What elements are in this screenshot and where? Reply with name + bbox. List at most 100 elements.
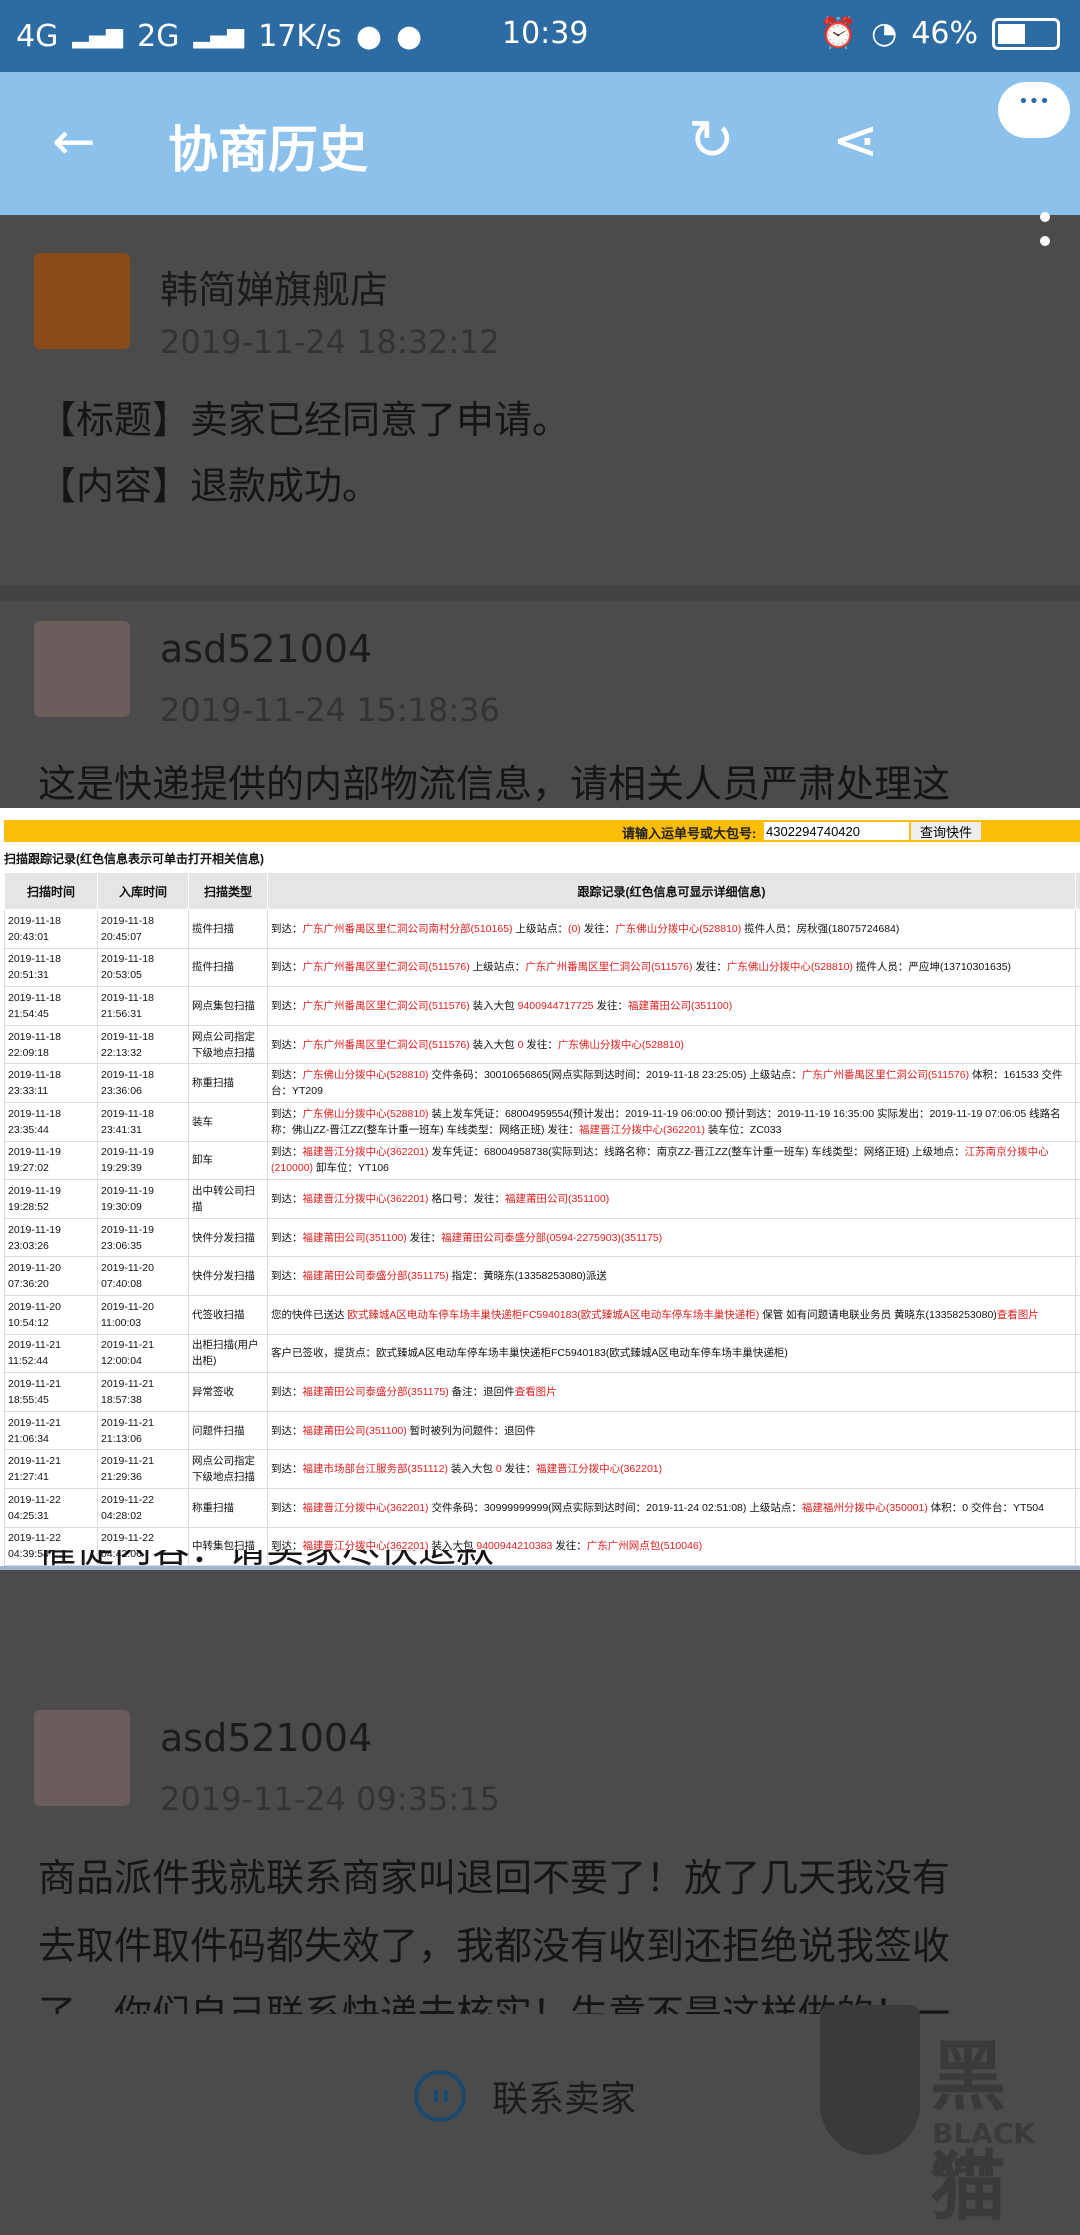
record-text: 上级站点： xyxy=(470,961,525,973)
scan-type: 快件分发扫描 xyxy=(189,1218,268,1257)
record-link[interactable]: 广东广州番禺区里仁洞公司南村分部(510165) xyxy=(303,923,513,935)
record-text: 揽件人员：房秋强(18075724684) xyxy=(741,923,899,935)
record-link[interactable]: 福建福州分拨中心(350001) xyxy=(802,1502,928,1514)
scan-type: 异常签收 xyxy=(189,1373,268,1412)
table-row: 2019-11-19 19:27:022019-11-19 19:29:39卸车… xyxy=(5,1141,1080,1180)
tracking-record: 到达：广东广州番禺区里仁洞公司(511576) 上级站点：广东广州番禺区里仁洞公… xyxy=(268,948,1076,987)
extra-cell xyxy=(1076,1527,1080,1566)
query-button[interactable]: 查询快件 xyxy=(911,822,981,840)
record-link[interactable]: 广东佛山分拨中心(528810) xyxy=(303,1108,429,1120)
record-text: 上级站点： xyxy=(513,923,568,935)
signal-icon: ▂▄▆ xyxy=(193,24,244,49)
record-link[interactable]: 广东佛山分拨中心(528810) xyxy=(727,961,853,973)
tracking-record: 到达：广东广州番禺区里仁洞公司南村分部(510165) 上级站点：(0) 发往：… xyxy=(268,910,1076,949)
table-row: 2019-11-22 04:25:312019-11-22 04:28:02称重… xyxy=(5,1488,1080,1527)
extra-cell xyxy=(1076,1257,1080,1296)
scan-time: 2019-11-20 07:36:20 xyxy=(5,1257,98,1296)
tracking-number-input[interactable] xyxy=(764,822,909,840)
record-link[interactable]: 福建晋江分拨中心(362201) xyxy=(303,1146,429,1158)
record-link[interactable]: 福建莆田公司泰盛分部(351175) xyxy=(303,1386,449,1398)
extra-cell xyxy=(1076,1334,1080,1373)
record-link[interactable]: 广东佛山分拨中心(528810) xyxy=(303,1069,429,1081)
record-link[interactable]: 查看图片 xyxy=(997,1309,1039,1321)
stock-time: 2019-11-21 12:00:04 xyxy=(98,1334,189,1373)
record-link[interactable]: 广东广州番禺区里仁洞公司(511576) xyxy=(303,961,470,973)
tracking-record: 到达：福建晋江分拨中心(362201) 格口号：发往：福建莆田公司(351100… xyxy=(268,1180,1076,1219)
signal-icon: ▂▄▆ xyxy=(72,24,123,49)
page-title: 协商历史 xyxy=(168,110,368,182)
timestamp: 2019-11-24 09:35:15 xyxy=(160,1780,500,1818)
back-arrow-icon[interactable]: ← xyxy=(52,112,96,172)
record-link[interactable]: 广东广州番禺区里仁洞公司(511576) xyxy=(303,1039,470,1051)
record-link[interactable]: (0) xyxy=(568,923,581,935)
tracking-record: 到达：福建晋江分拨中心(362201) 交件条码：30999999999(网点实… xyxy=(268,1488,1076,1527)
extra-cell xyxy=(1076,987,1080,1026)
overflow-menu-icon[interactable] xyxy=(1040,212,1050,260)
record-link[interactable]: 广东广州番禺区里仁洞公司(511576) xyxy=(802,1069,969,1081)
record-text: 发往： xyxy=(407,1232,441,1244)
record-link[interactable]: 福建莆田公司(351100) xyxy=(628,1000,732,1012)
scan-time: 2019-11-21 18:55:45 xyxy=(5,1373,98,1412)
record-text: 到达： xyxy=(271,1386,303,1398)
record-link[interactable]: 广东广州番禺区里仁洞公司(511576) xyxy=(303,1000,470,1012)
record-link[interactable]: 福建莆田公司泰盛分部(0594-2275903)(351175) xyxy=(441,1232,662,1244)
scan-type: 称重扫描 xyxy=(189,1488,268,1527)
record-text: 您的快件已送达 xyxy=(271,1309,347,1321)
stock-time: 2019-11-18 23:41:31 xyxy=(98,1102,189,1141)
scan-type: 揽件扫描 xyxy=(189,910,268,949)
record-text: 到达： xyxy=(271,1425,303,1437)
scan-type: 装车 xyxy=(189,1102,268,1141)
scan-type: 快件分发扫描 xyxy=(189,1257,268,1296)
record-link[interactable]: 广东佛山分拨中心(528810) xyxy=(615,923,741,935)
record-link[interactable]: 福建市场部台江服务部(351112) xyxy=(303,1463,448,1475)
sender-name: 韩简婵旗舰店 xyxy=(160,259,388,314)
table-row: 2019-11-18 23:35:442019-11-18 23:41:31装车… xyxy=(5,1102,1080,1141)
record-text: 到达： xyxy=(271,1108,303,1120)
record-text: 到达： xyxy=(271,923,303,935)
tracking-record: 到达：福建莆田公司泰盛分部(351175) 备注：退回件查看图片 xyxy=(268,1373,1076,1412)
network-2g: 2G xyxy=(137,19,179,54)
scan-type: 网点集包扫描 xyxy=(189,987,268,1026)
table-row: 2019-11-21 21:06:342019-11-21 21:13:06问题… xyxy=(5,1411,1080,1450)
refresh-icon[interactable]: ↻ xyxy=(688,108,735,173)
extra-cell xyxy=(1076,1064,1080,1103)
record-link[interactable]: 广东广州番禺区里仁洞公司(511576) xyxy=(525,961,692,973)
tracking-screenshot: 请输入运单号或大包号: 查询快件 扫描跟踪记录(红色信息表示可单击打开相关信息)… xyxy=(0,808,1080,1570)
record-link[interactable]: 福建晋江分拨中心(362201) xyxy=(536,1463,662,1475)
contact-label: 联系卖家 xyxy=(492,2070,636,2122)
record-link[interactable]: 福建晋江分拨中心(362201) xyxy=(303,1193,429,1205)
record-text: 装车位：ZC033 xyxy=(705,1124,781,1136)
message-line: 去取件取件码都失效了，我都没有收到还拒绝说我签收 xyxy=(38,1912,1048,1980)
stock-time: 2019-11-18 23:36:06 xyxy=(98,1064,189,1103)
extra-cell xyxy=(1076,1180,1080,1219)
message-line: 商品派件我就联系商家叫退回不要了！放了几天我没有 xyxy=(38,1844,1048,1912)
record-link[interactable]: 福建莆田公司泰盛分部(351175) xyxy=(303,1270,449,1282)
share-icon[interactable]: ⋖ xyxy=(832,108,879,173)
battery-icon xyxy=(992,18,1060,50)
record-link[interactable]: 福建莆田公司(351100) xyxy=(303,1232,407,1244)
record-text: 指定：黄晓东(13358253080)派送 xyxy=(449,1270,607,1282)
table-row: 2019-11-18 21:54:452019-11-18 21:56:31网点… xyxy=(5,987,1080,1026)
scan-time: 2019-11-19 23:03:26 xyxy=(5,1218,98,1257)
record-link[interactable]: 欧式臻城A区电动车停车场丰巢快递柜FC5940183(欧式臻城A区电动车停车场丰… xyxy=(347,1309,759,1321)
table-row: 2019-11-18 23:33:112019-11-18 23:36:06称重… xyxy=(5,1064,1080,1103)
col-header: 扫描时间 xyxy=(5,873,98,910)
record-link[interactable]: 福建莆田公司(351100) xyxy=(505,1193,609,1205)
contact-seller-button[interactable]: 联系卖家 xyxy=(414,2070,636,2122)
record-link[interactable]: 福建莆田公司(351100) xyxy=(303,1425,407,1437)
more-bubble[interactable]: ••• xyxy=(998,82,1070,138)
record-link[interactable]: 9400944717725 xyxy=(518,1000,594,1012)
col-header xyxy=(1076,873,1080,910)
record-text: 发往： xyxy=(502,1463,536,1475)
extra-cell xyxy=(1076,1102,1080,1141)
clock: 10:39 xyxy=(502,16,588,51)
table-row: 2019-11-19 19:28:522019-11-19 19:30:09出中… xyxy=(5,1180,1080,1219)
record-link[interactable]: 查看图片 xyxy=(515,1386,557,1398)
tracking-record: 到达：福建莆田公司泰盛分部(351175) 指定：黄晓东(13358253080… xyxy=(268,1257,1076,1296)
record-link[interactable]: 广东佛山分拨中心(528810) xyxy=(558,1039,684,1051)
battery-percent: 46% xyxy=(911,16,978,51)
record-link[interactable]: 福建晋江分拨中心(362201) xyxy=(303,1502,429,1514)
message-line: 【内容】退款成功。 xyxy=(38,453,1048,519)
record-text: 交件条码：30010656865(网点实际到达时间：2019-11-18 23:… xyxy=(429,1069,802,1081)
record-link[interactable]: 福建晋江分拨中心(362201) xyxy=(579,1124,705,1136)
